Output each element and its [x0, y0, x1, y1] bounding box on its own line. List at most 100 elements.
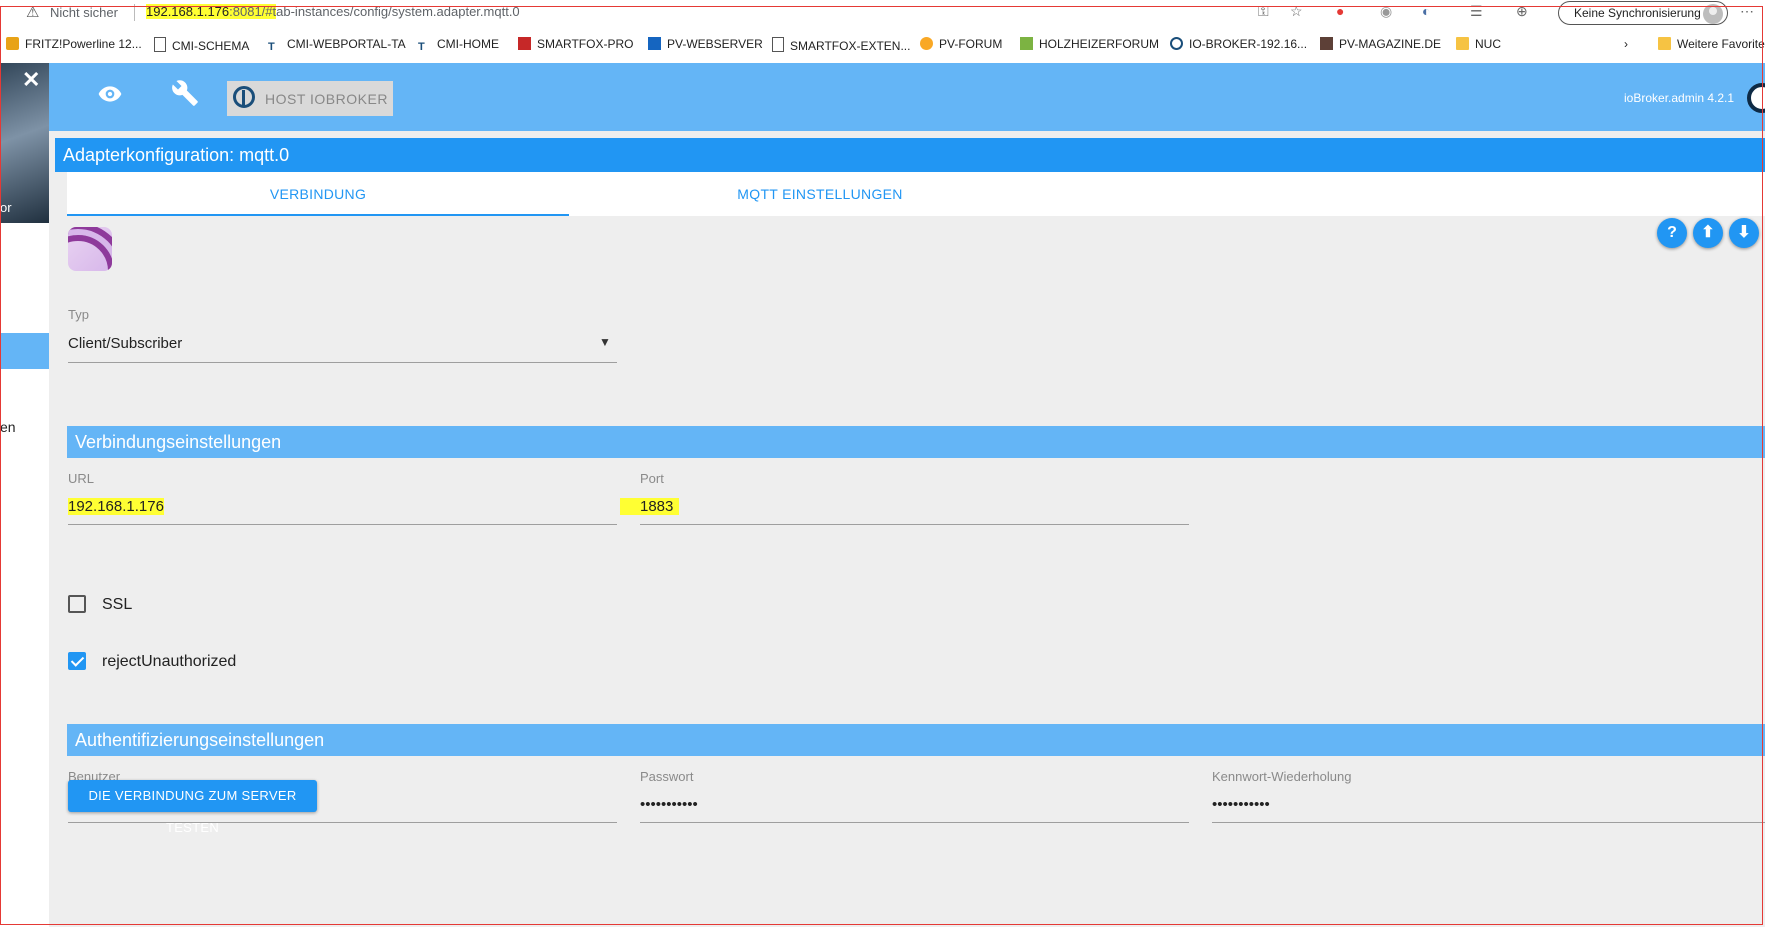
pv-icon	[648, 37, 661, 50]
pv-magazine-icon	[1320, 37, 1333, 50]
avatar	[1703, 4, 1723, 24]
bookmark-item[interactable]: SMARTFOX-PRO	[518, 37, 633, 51]
page-icon	[154, 37, 166, 52]
port-value: 1883	[620, 498, 680, 515]
field-underline	[68, 362, 617, 363]
security-indicator[interactable]: Nicht sicher	[50, 5, 118, 20]
bookmark-item[interactable]: T CMI-WEBPORTAL-TA	[268, 37, 406, 54]
host-selector-button[interactable]: HOST IOBROKER	[227, 81, 393, 116]
ssl-label: SSL	[102, 596, 133, 613]
iobroker-logo-icon	[233, 86, 255, 108]
extension-icon[interactable]: ●	[1336, 3, 1344, 19]
help-icon: ?	[1667, 224, 1677, 241]
reject-unauthorized-label: rejectUnauthorized	[102, 653, 237, 670]
tab-verbindung[interactable]: VERBINDUNG	[67, 172, 569, 216]
close-icon[interactable]: ✕	[22, 67, 40, 93]
bookmark-item[interactable]: PV-WEBSERVER	[648, 37, 763, 51]
warning-icon: ⚠	[26, 4, 40, 21]
bookmark-item[interactable]: T CMI-HOME	[418, 37, 499, 54]
browser-address-bar[interactable]: ⚠ Nicht sicher 192.168.1.176:8081/#tab-i…	[0, 0, 1765, 26]
bookmark-item[interactable]: PV-FORUM	[920, 37, 1002, 51]
bookmark-item[interactable]: FRITZ!Powerline 12...	[6, 37, 142, 51]
wrench-icon[interactable]	[171, 79, 199, 112]
more-icon[interactable]: ⋯	[1740, 3, 1754, 20]
field-underline	[68, 822, 617, 823]
download-icon: ⬇	[1737, 224, 1751, 241]
extension-icon-2[interactable]: ◉	[1380, 3, 1392, 20]
field-underline	[640, 524, 1189, 525]
field-underline	[1212, 822, 1765, 823]
iobroker-brand-icon	[1747, 83, 1765, 113]
reject-unauthorized-checkbox[interactable]	[68, 652, 86, 670]
ssl-checkbox[interactable]	[68, 595, 86, 613]
folder-icon	[1658, 37, 1671, 50]
tab-mqtt-einstellungen[interactable]: MQTT EINSTELLUNGEN	[569, 172, 1071, 216]
main-panel: Adapterkonfiguration: mqtt.0 VERBINDUNG …	[49, 131, 1765, 927]
bookmark-item[interactable]: SMARTFOX-EXTEN...	[772, 37, 910, 53]
bookmark-item[interactable]: CMI-SCHEMA	[154, 37, 249, 53]
reading-list-icon[interactable]: ☰	[1470, 3, 1483, 20]
divider	[134, 4, 135, 21]
chevron-down-icon: ▼	[599, 335, 611, 349]
section-header-connection: Verbindungseinstellungen	[67, 426, 1765, 458]
password-input[interactable]: •••••••••••	[640, 785, 1189, 823]
favorite-icon[interactable]: ☆	[1290, 3, 1303, 20]
sidebar-text-fragment: or	[0, 200, 12, 215]
chevron-right-icon[interactable]: ›	[1624, 37, 1628, 51]
app-toolbar: HOST IOBROKER ioBroker.admin 4.2.1	[49, 63, 1765, 131]
forum-icon	[920, 37, 933, 50]
section-title: Verbindungseinstellungen	[75, 432, 282, 452]
password-value: •••••••••••	[640, 796, 698, 813]
bookmark-item[interactable]: NUC	[1456, 37, 1501, 51]
url-text[interactable]: 192.168.1.176:8081/#tab-instances/config…	[146, 4, 520, 19]
smartfox-icon	[518, 37, 531, 50]
bookmark-item[interactable]: IO-BROKER-192.16...	[1170, 37, 1307, 51]
test-connection-button[interactable]: DIE VERBINDUNG ZUM SERVER TESTEN	[68, 780, 317, 835]
type-label: Typ	[68, 307, 89, 322]
section-header-authentication: Authentifizierungseinstellungen	[67, 724, 1765, 756]
help-button[interactable]: ?	[1657, 218, 1687, 248]
password-repeat-value: •••••••••••	[1212, 796, 1270, 813]
type-select-value: Client/Subscriber	[68, 335, 183, 352]
password-repeat-input[interactable]: •••••••••••	[1212, 785, 1765, 823]
port-input[interactable]: 1883	[620, 487, 1189, 525]
bookmarks-bar: FRITZ!Powerline 12... CMI-SCHEMA T CMI-WE…	[0, 32, 1765, 60]
iobroker-icon	[1170, 37, 1183, 50]
eye-icon[interactable]	[97, 81, 123, 112]
sync-label: Keine Synchronisierung	[1574, 6, 1701, 20]
bookmark-item[interactable]: PV-MAGAZINE.DE	[1320, 37, 1441, 51]
mqtt-adapter-logo	[68, 227, 112, 271]
tab-bar: VERBINDUNG MQTT EINSTELLUNGEN	[67, 172, 1765, 216]
sync-button[interactable]: Keine Synchronisierung	[1558, 1, 1728, 25]
field-underline	[640, 822, 1189, 823]
upload-icon: ⬆	[1701, 224, 1715, 241]
sidebar-item-active[interactable]	[0, 333, 49, 369]
collections-icon[interactable]: ⊕	[1516, 3, 1528, 20]
url-input[interactable]: 192.168.1.176	[68, 487, 617, 525]
key-icon[interactable]: ⚿	[1258, 3, 1269, 20]
bookmark-item[interactable]: HOLZHEIZERFORUM	[1020, 37, 1159, 51]
sidebar-item-label[interactable]: en	[0, 419, 16, 435]
password-repeat-label: Kennwort-Wiederholung	[1212, 769, 1352, 784]
upload-button[interactable]: ⬆	[1693, 218, 1723, 248]
section-title: Authentifizierungseinstellungen	[75, 730, 325, 750]
field-underline	[68, 524, 617, 525]
extension-icon-3[interactable]: ◐	[1422, 3, 1430, 19]
ta-icon: T	[268, 41, 275, 53]
adapter-config-header: Adapterkonfiguration: mqtt.0	[55, 138, 1765, 172]
admin-version: ioBroker.admin 4.2.1	[1624, 91, 1735, 105]
download-button[interactable]: ⬇	[1729, 218, 1759, 248]
type-select[interactable]: Client/Subscriber ▼	[68, 325, 617, 363]
folder-icon	[1456, 37, 1469, 50]
url-label: URL	[68, 471, 95, 486]
ta-icon: T	[418, 41, 425, 53]
sidebar: ✕ or en	[0, 63, 49, 927]
page-title: Adapterkonfiguration: mqtt.0	[63, 145, 290, 165]
bookmark-item[interactable]: Weitere Favoriten	[1658, 37, 1765, 51]
page-icon	[772, 37, 784, 52]
forum-icon	[1020, 37, 1033, 50]
fritz-icon	[6, 37, 19, 50]
port-label: Port	[640, 471, 664, 486]
password-label: Passwort	[640, 769, 694, 784]
url-value: 192.168.1.176	[68, 498, 164, 515]
